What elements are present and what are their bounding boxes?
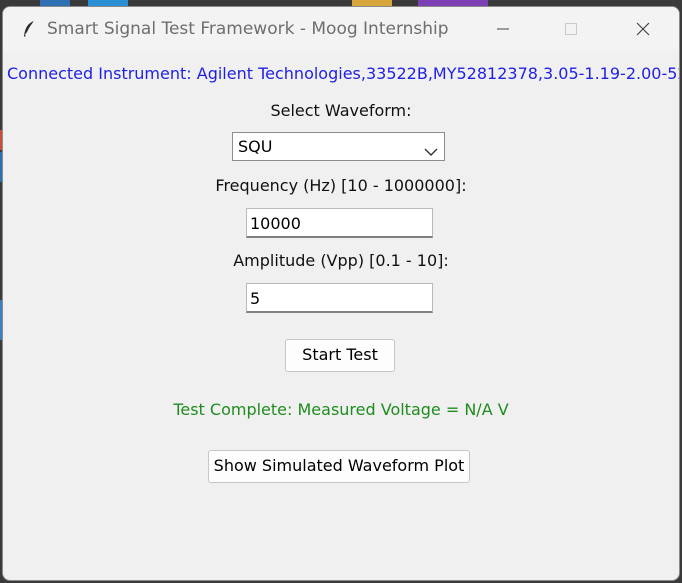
test-status: Test Complete: Measured Voltage = N/A V [173, 400, 509, 419]
waveform-label: Select Waveform: [270, 101, 412, 120]
frequency-label: Frequency (Hz) [10 - 1000000]: [215, 176, 467, 195]
feather-icon [19, 19, 39, 39]
maximize-icon [565, 23, 577, 35]
window-title: Smart Signal Test Framework - Moog Inter… [47, 19, 449, 39]
title-bar[interactable]: Smart Signal Test Framework - Moog Inter… [3, 7, 679, 51]
close-button[interactable] [609, 7, 677, 51]
chevron-down-icon[interactable] [424, 142, 438, 161]
waveform-selected-value: SQU [238, 137, 273, 156]
minimize-icon [497, 28, 509, 30]
amplitude-label: Amplitude (Vpp) [0.1 - 10]: [233, 251, 449, 270]
minimize-button[interactable] [469, 7, 537, 51]
maximize-button[interactable] [537, 7, 605, 51]
frequency-input[interactable]: 10000 [246, 208, 433, 238]
amplitude-input[interactable]: 5 [246, 283, 433, 313]
start-test-button[interactable]: Start Test [285, 339, 395, 372]
show-plot-button[interactable]: Show Simulated Waveform Plot [208, 450, 470, 483]
close-icon [636, 22, 650, 36]
app-window: Smart Signal Test Framework - Moog Inter… [2, 6, 680, 581]
waveform-select[interactable]: SQU [232, 132, 445, 161]
instrument-status: Connected Instrument: Agilent Technologi… [7, 64, 679, 83]
